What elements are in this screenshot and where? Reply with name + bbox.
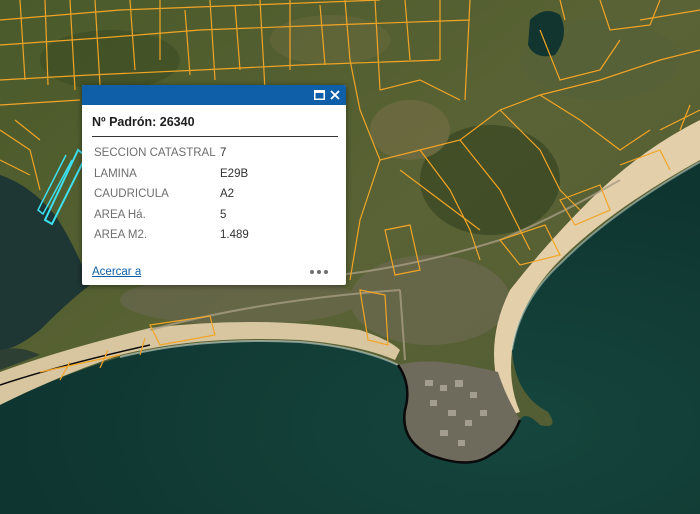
- attribute-name: LAMINA: [94, 167, 137, 180]
- more-options-icon[interactable]: [310, 268, 328, 276]
- feature-popup: Nº Padrón: 26340 SECCION CATASTRAL 7 LAM…: [82, 85, 346, 285]
- attribute-name: CAUDRICULA: [94, 188, 169, 201]
- attribute-table: SECCION CATASTRAL 7 LAMINA E29B CAUDRICU…: [94, 143, 249, 246]
- attribute-name: SECCION CATASTRAL: [94, 147, 216, 160]
- attribute-value: 1.489: [220, 229, 249, 242]
- attribute-row: LAMINA E29B: [94, 164, 249, 185]
- attribute-row: SECCION CATASTRAL 7: [94, 143, 249, 164]
- attribute-row: AREA Há. 5: [94, 205, 249, 226]
- zoom-to-link[interactable]: Acercar a: [92, 266, 141, 278]
- attribute-value: A2: [220, 188, 235, 201]
- popup-header: [82, 85, 346, 105]
- lagoon: [528, 11, 564, 57]
- dock-icon[interactable]: [311, 87, 327, 103]
- attribute-name: AREA Há.: [94, 208, 146, 221]
- close-icon[interactable]: [327, 87, 343, 103]
- popup-divider: [92, 136, 338, 137]
- attribute-row: CAUDRICULA A2: [94, 184, 249, 205]
- attribute-value: E29B: [220, 167, 249, 180]
- attribute-name: AREA M2.: [94, 229, 148, 242]
- attribute-value: 7: [220, 147, 227, 160]
- attribute-row: AREA M2. 1.489: [94, 225, 249, 246]
- popup-title: Nº Padrón: 26340: [92, 115, 195, 129]
- attribute-value: 5: [220, 208, 227, 221]
- popup-pointer: [152, 260, 164, 284]
